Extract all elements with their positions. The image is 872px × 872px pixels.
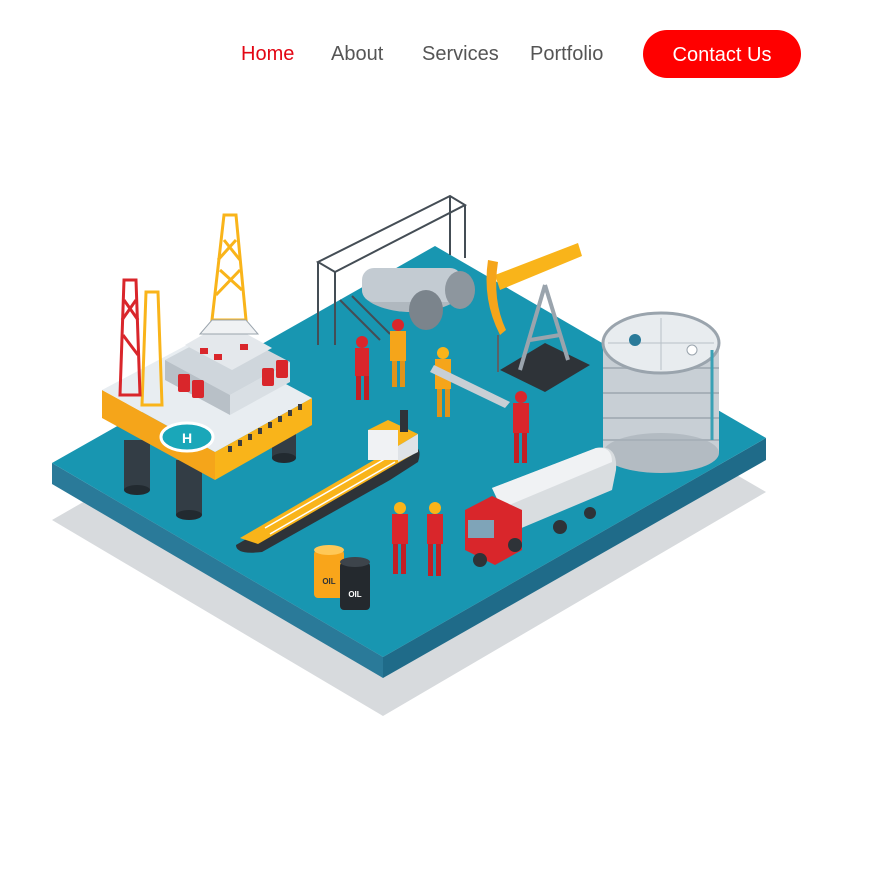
storage-tank bbox=[601, 311, 721, 473]
pump-jack bbox=[486, 243, 590, 392]
workers-group bbox=[355, 319, 529, 576]
worker-figure bbox=[513, 391, 529, 463]
fuel-truck bbox=[465, 447, 617, 567]
nav-portfolio-link[interactable]: Portfolio bbox=[530, 30, 603, 78]
barrel-label-1: OIL bbox=[322, 577, 335, 586]
platform-base bbox=[52, 246, 766, 678]
worker-figure bbox=[427, 502, 443, 576]
barrel-label-2: OIL bbox=[348, 590, 361, 599]
oil-industry-illustration: H OIL OIL bbox=[52, 194, 766, 716]
worker-figure bbox=[390, 319, 406, 387]
contact-us-button[interactable]: Contact Us bbox=[643, 30, 801, 78]
nav-about-link[interactable]: About bbox=[331, 30, 383, 78]
nav-home-link[interactable]: Home bbox=[241, 30, 294, 78]
platform-shadow bbox=[52, 300, 766, 716]
oil-tanker-ship bbox=[236, 410, 420, 553]
processing-unit bbox=[315, 194, 475, 345]
oil-barrels: OIL OIL bbox=[314, 545, 370, 610]
worker-figure bbox=[435, 347, 451, 417]
offshore-rig: H bbox=[102, 213, 312, 520]
worker-figure bbox=[392, 502, 408, 574]
nav-services-link[interactable]: Services bbox=[422, 30, 499, 78]
helipad-label: H bbox=[182, 430, 192, 446]
worker-figure bbox=[355, 336, 369, 400]
main-nav: Home About Services Portfolio Contact Us bbox=[0, 30, 872, 78]
